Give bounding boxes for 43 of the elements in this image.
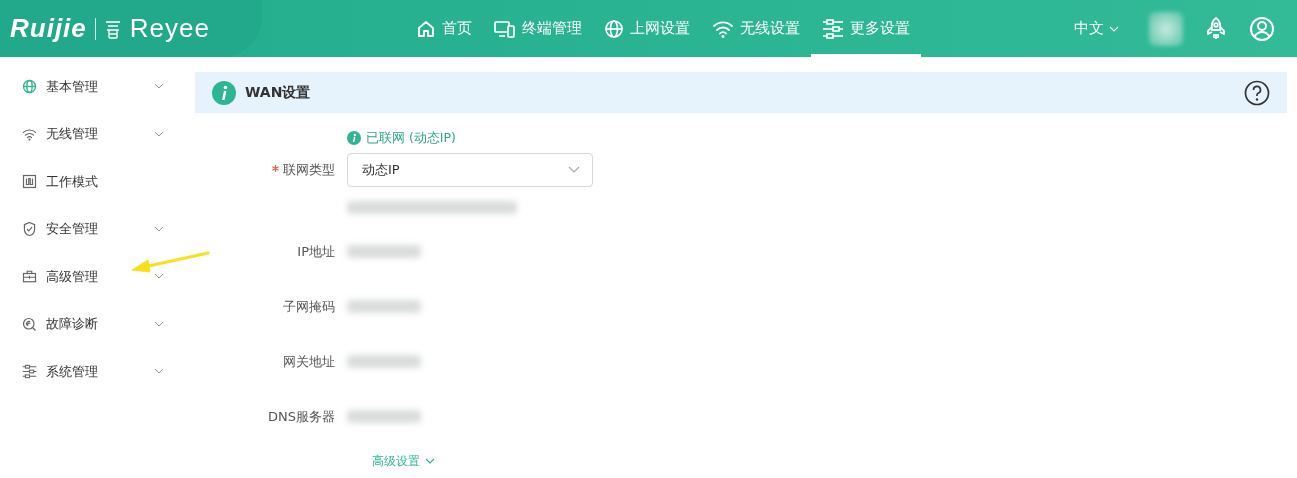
chevron-icon (154, 130, 164, 137)
diagnose-icon (22, 316, 37, 332)
blurred-image (1149, 11, 1183, 46)
caret-icon (1109, 25, 1119, 32)
chevron-icon (154, 225, 164, 232)
devices-icon (494, 18, 516, 39)
sidebar-item[interactable]: 基本管理 (0, 63, 195, 111)
connection-type-select[interactable]: 动态IP (347, 152, 593, 187)
field-label: DNS服务器 (268, 408, 335, 424)
sidebar-item[interactable]: 系统管理 (0, 348, 195, 396)
rocket-icon[interactable] (1205, 15, 1227, 42)
field-label: 联网类型 (283, 161, 335, 177)
mode-icon (22, 174, 37, 190)
globe-icon (22, 79, 37, 95)
status-text: 已联网 (动态IP) (347, 129, 456, 147)
globe-icon (604, 18, 624, 39)
chevron-icon (154, 368, 164, 374)
chevron-icon (568, 166, 580, 173)
toolbox-icon (22, 269, 37, 285)
sliders-icon (22, 364, 37, 380)
chevron-icon (425, 458, 435, 464)
brand-logo: Ruijie (10, 13, 87, 44)
home-icon (416, 18, 436, 39)
field-label: IP地址 (297, 243, 335, 259)
panel-title: WAN设置 (245, 83, 311, 102)
wifi-icon (22, 126, 37, 142)
chevron-icon (154, 83, 164, 89)
product-logo: Reyee (129, 13, 210, 44)
sidebar-item[interactable]: 安全管理 (0, 205, 195, 253)
chevron-icon (154, 320, 164, 327)
chevron-icon (154, 273, 164, 279)
sidebar-item[interactable]: 无线管理 (0, 110, 195, 158)
shield-icon (22, 221, 37, 238)
sidebar-item[interactable]: 工作模式 (0, 158, 195, 206)
field-label: 网关地址 (283, 353, 335, 369)
user-icon[interactable] (1249, 15, 1275, 42)
field-label: 子网掩码 (283, 298, 335, 314)
sliders-icon (822, 18, 844, 39)
sidebar-item[interactable]: 高级管理 (0, 253, 195, 301)
info-icon (212, 80, 236, 105)
sidebar-item[interactable]: 故障诊断 (0, 300, 195, 348)
help-icon[interactable] (1244, 79, 1270, 106)
info-icon (347, 131, 361, 145)
